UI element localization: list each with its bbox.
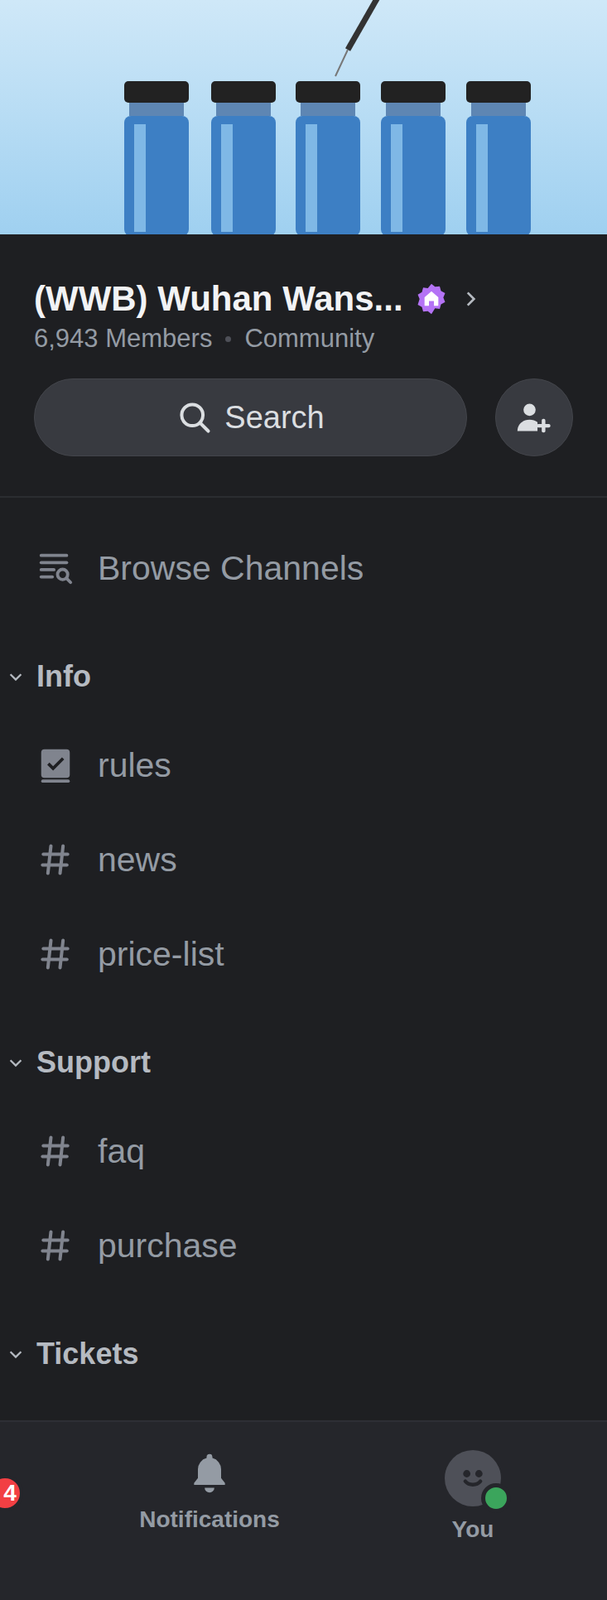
separator-dot (225, 336, 232, 343)
nav-item[interactable]: Notifications (77, 1421, 342, 1600)
channel-category: Inforulesnewsprice-list (0, 615, 607, 1002)
server-screen: (WWB) Wuhan Wans... 6,943 Members Communit… (0, 0, 607, 1600)
server-name[interactable]: (WWB) Wuhan Wans... (33, 279, 404, 319)
hash-icon (37, 1227, 74, 1264)
invite-button[interactable] (495, 378, 574, 457)
online-status (481, 1483, 511, 1513)
channel-item[interactable]: rules (0, 717, 607, 813)
nav-item[interactable]: You (341, 1421, 605, 1600)
notification-badge: 4 (0, 1474, 24, 1512)
channel-item[interactable]: purchase (0, 1198, 607, 1293)
channel-category: Tickets (0, 1292, 607, 1396)
channel-item[interactable]: news (0, 812, 607, 907)
channel-item[interactable]: faq (0, 1103, 607, 1199)
chevron-icon (6, 1053, 25, 1072)
hash-icon (37, 1132, 74, 1170)
category-header[interactable]: Info (0, 635, 607, 718)
search-icon (176, 399, 213, 436)
chevron-icon (6, 667, 25, 686)
member-count: 6,943 Members (33, 323, 212, 354)
search-field[interactable]: Search (33, 378, 468, 457)
category-header[interactable]: Support (0, 1021, 607, 1104)
browse-channels[interactable]: Browse Channels (0, 520, 607, 616)
chevron-icon (6, 1344, 25, 1364)
channel-category: Supportfaqpurchase (0, 1001, 607, 1293)
category-header[interactable]: Tickets (0, 1312, 607, 1396)
hash-icon (37, 935, 74, 973)
add-member-icon (515, 399, 553, 436)
server-type: Community (244, 323, 375, 354)
banner-vials-icon (0, 0, 607, 235)
server-banner (0, 0, 607, 235)
channel-item[interactable]: price-list (0, 906, 607, 1002)
browse-list-icon (36, 549, 75, 588)
bell-icon (186, 1450, 233, 1497)
boost-badge-icon (414, 282, 449, 316)
chevron-right-icon[interactable] (459, 288, 482, 310)
divider (0, 496, 607, 498)
server-header: (WWB) Wuhan Wans... 6,943 Members Communit… (0, 234, 607, 497)
rules-icon (36, 746, 75, 785)
bottom-nav: 4 NotificationsYou (0, 1420, 607, 1600)
hash-icon (37, 841, 74, 878)
